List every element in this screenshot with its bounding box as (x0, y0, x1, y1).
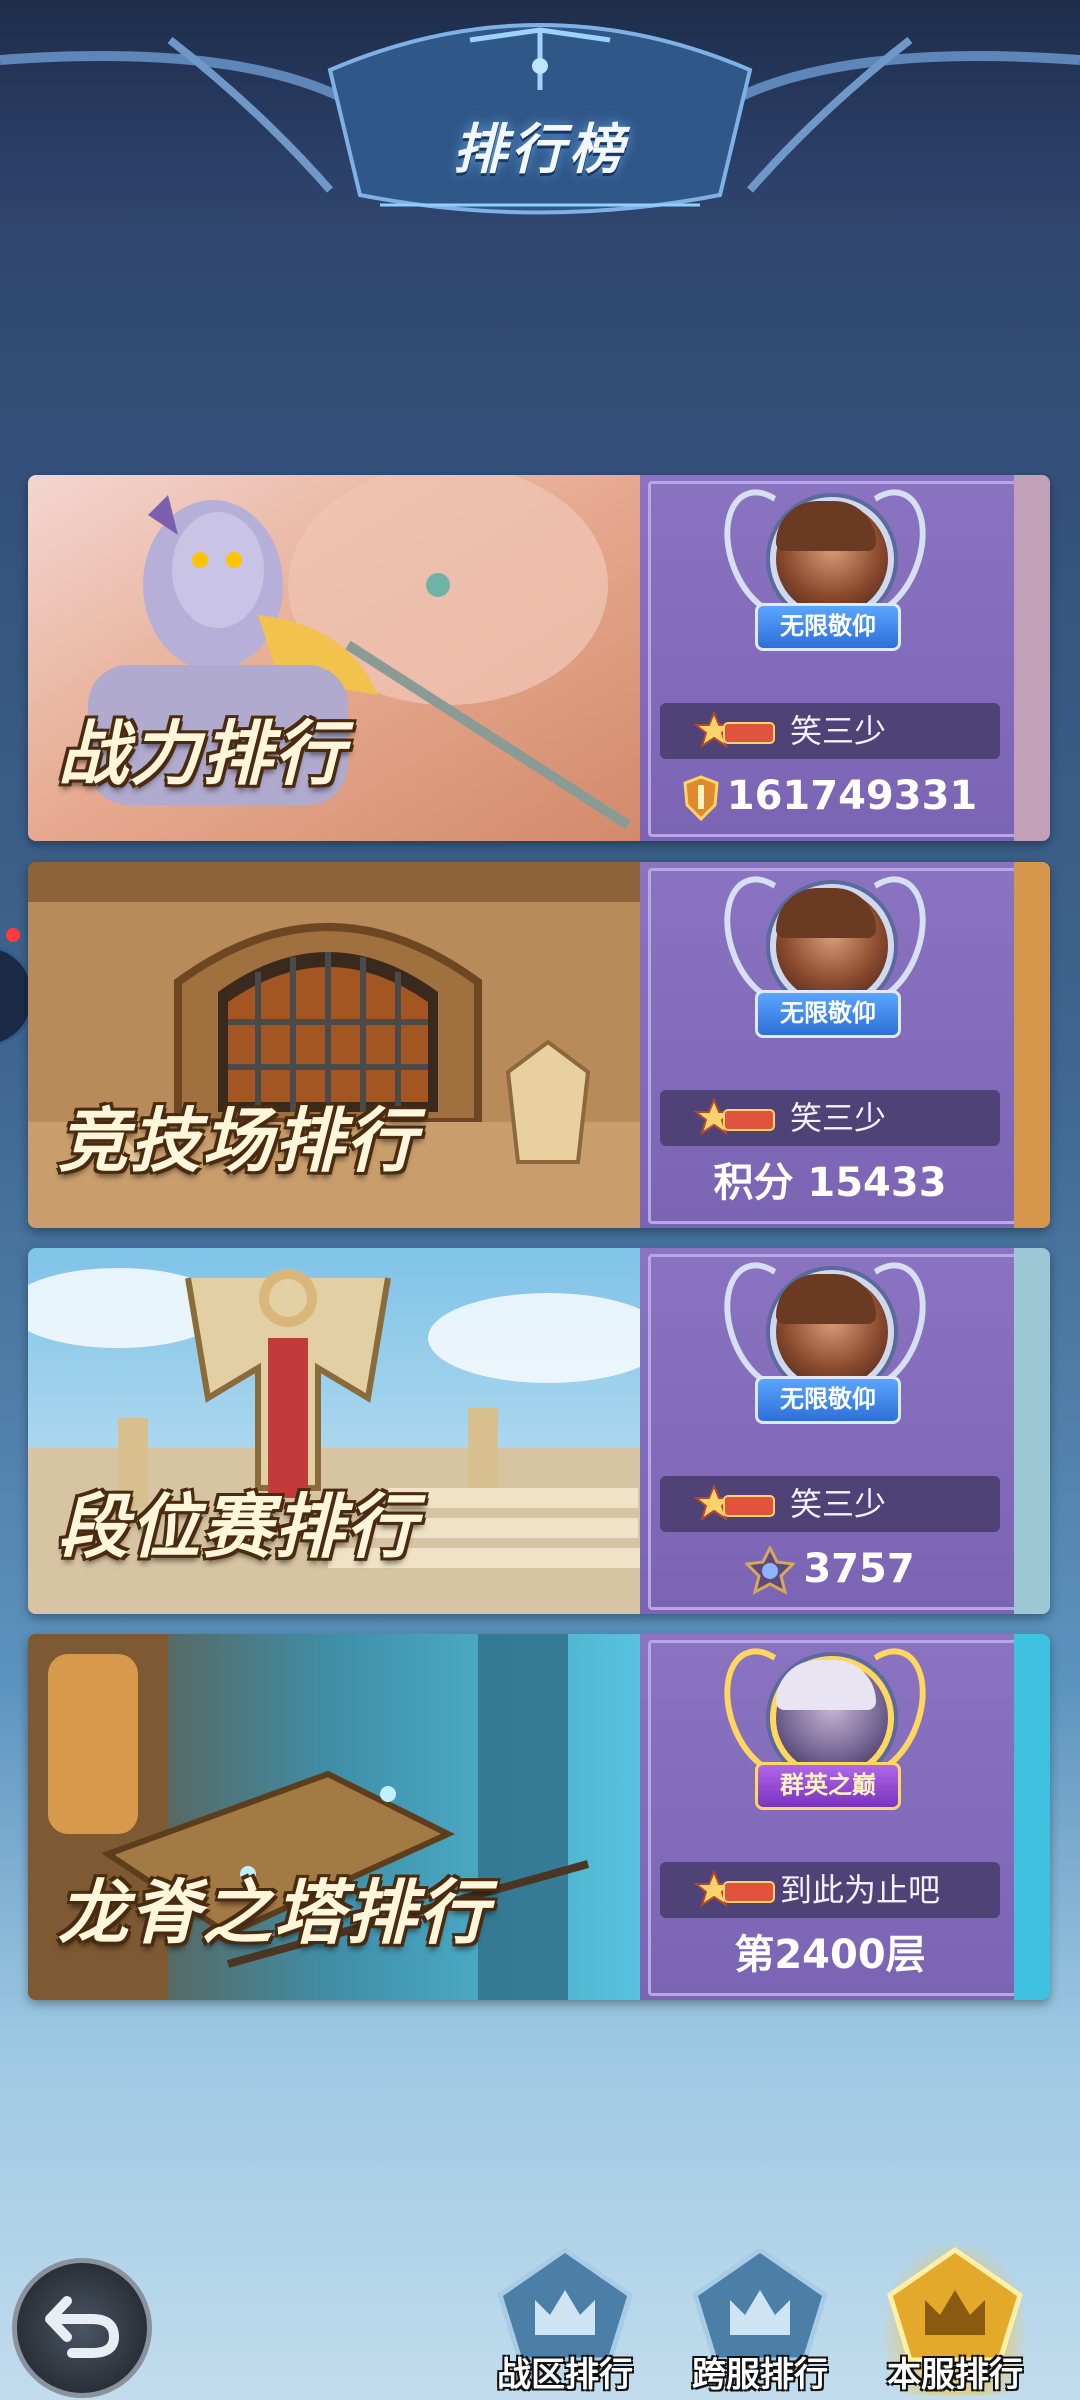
score-row: 161749331 (660, 765, 1000, 827)
power-shield-icon (683, 775, 719, 821)
top-player-panel[interactable]: 无限敬仰 笑三少 161749331 (640, 475, 1050, 841)
vip-star-icon (694, 711, 775, 749)
panel-edge (1014, 475, 1050, 841)
top-player-panel[interactable]: 无限敬仰 笑三少 3757 (640, 1248, 1050, 1614)
score-value: 3757 (803, 1546, 915, 1592)
score-row: 第2400层 (660, 1924, 1000, 1986)
player-name: 笑三少 (790, 712, 887, 750)
arena-ranking-art: 竞技场排行 (28, 862, 640, 1228)
title-badge: 无限敬仰 (755, 1376, 901, 1424)
ranking-card-rank[interactable]: 段位赛排行 无限敬仰 笑三少 3757 (28, 1248, 1050, 1614)
page-title: 排行榜 (453, 118, 627, 181)
top-player-panel[interactable]: 群英之巅 到此为止吧 第2400层 (640, 1634, 1050, 2000)
player-avatar[interactable]: 无限敬仰 (707, 1249, 943, 1440)
player-avatar[interactable]: 无限敬仰 (707, 863, 943, 1054)
back-button[interactable] (12, 2258, 152, 2398)
score-row: 积分 15433 (660, 1152, 1000, 1214)
nav-label: 跨服排行 (692, 2355, 828, 2395)
card-title: 龙脊之塔排行 (58, 1872, 490, 1954)
title-badge: 无限敬仰 (755, 603, 901, 651)
panel-edge (1014, 1248, 1050, 1614)
panel-edge (1014, 1634, 1050, 2000)
vip-star-icon (694, 1484, 775, 1522)
nav-button-this-server[interactable]: 本服排行 (880, 2245, 1030, 2400)
score-value: 第2400层 (734, 1932, 926, 1978)
title-badge: 无限敬仰 (755, 990, 901, 1038)
nav-button-cross-server[interactable]: 跨服排行 (685, 2245, 835, 2400)
nav-label: 战区排行 (497, 2355, 633, 2395)
score-row: 3757 (660, 1538, 1000, 1600)
vip-star-icon (694, 1098, 775, 1136)
title-badge: 群英之巅 (755, 1762, 901, 1810)
score-value: 161749331 (726, 773, 978, 819)
rank-emblem-icon (745, 1546, 796, 1595)
ranking-card-power[interactable]: 战力排行 无限敬仰 笑三少 161749331 (28, 475, 1050, 841)
player-name: 笑三少 (790, 1099, 887, 1137)
nav-label: 本服排行 (887, 2355, 1023, 2395)
rank-ranking-art: 段位赛排行 (28, 1248, 640, 1614)
ranking-card-arena[interactable]: 竞技场排行 无限敬仰 笑三少 积分 15433 (28, 862, 1050, 1228)
score-value: 积分 15433 (713, 1160, 947, 1206)
player-avatar[interactable]: 群英之巅 (707, 1635, 943, 1826)
power-ranking-art: 战力排行 (28, 475, 640, 841)
player-name: 笑三少 (790, 1485, 887, 1523)
vip-star-icon (694, 1870, 775, 1908)
player-name: 到此为止吧 (780, 1871, 941, 1909)
card-title: 战力排行 (58, 713, 346, 795)
top-player-panel[interactable]: 无限敬仰 笑三少 积分 15433 (640, 862, 1050, 1228)
notification-dot (6, 928, 20, 942)
header-bar: 排行榜 (0, 0, 1080, 240)
nav-button-war-zone[interactable]: 战区排行 (490, 2245, 640, 2400)
card-title: 竞技场排行 (58, 1100, 418, 1182)
ranking-card-dragon-tower[interactable]: 龙脊之塔排行 群英之巅 到此为止吧 第2400层 (28, 1634, 1050, 2000)
panel-edge (1014, 862, 1050, 1228)
dragon-tower-ranking-art: 龙脊之塔排行 (28, 1634, 640, 2000)
player-avatar[interactable]: 无限敬仰 (707, 476, 943, 667)
card-title: 段位赛排行 (58, 1486, 418, 1568)
back-arrow-icon (45, 2296, 120, 2358)
